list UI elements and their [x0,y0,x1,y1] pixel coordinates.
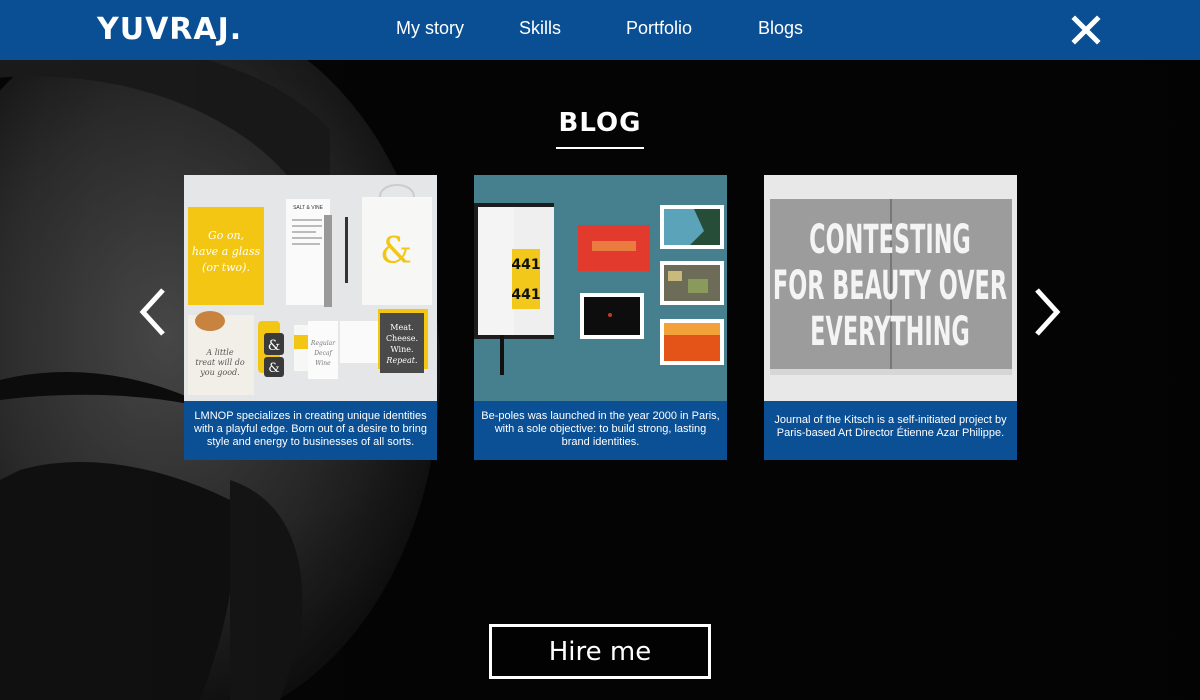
svg-text:treat will do: treat will do [195,358,244,367]
site-logo[interactable]: YUVRAJ. [97,12,242,47]
nav-item-portfolio[interactable]: Portfolio [626,18,692,39]
blog-card-kitsch[interactable]: CONTESTING FOR BEAUTY OVER EVERYTHING Jo… [764,175,1017,460]
title-underline [556,147,644,149]
svg-text:&: & [380,231,412,272]
blog-card-image: Go on, have a glass (or two). SALT & VIN… [184,175,437,401]
svg-text:Meat.: Meat. [390,323,413,332]
nav-item-my-story[interactable]: My story [396,18,464,39]
top-navigation-bar: YUVRAJ. My story Skills Portfolio Blogs [0,0,1200,60]
svg-text:Regular: Regular [310,340,336,347]
svg-text:Decaf: Decaf [313,350,333,357]
chevron-right-icon[interactable] [1030,286,1064,338]
headline-line-3: EVERYTHING [810,308,970,355]
svg-text:Wine: Wine [315,360,331,367]
blog-card-caption: Journal of the Kitsch is a self-initiate… [764,401,1017,460]
svg-text:Go on,: Go on, [208,229,244,242]
label-bottom: 441 [511,287,540,303]
brand-mark: SALT & VINE [293,205,323,211]
blog-card-image: CONTESTING FOR BEAUTY OVER EVERYTHING [764,175,1017,401]
headline-line-1: CONTESTING [809,216,971,263]
blog-card-caption: Be-poles was launched in the year 2000 i… [474,401,727,460]
svg-text:you good.: you good. [199,368,239,377]
svg-text:Cheese.: Cheese. [386,334,418,343]
nav-item-skills[interactable]: Skills [519,18,561,39]
nav-item-blogs[interactable]: Blogs [758,18,803,39]
blog-card-image: 441 441 [474,175,727,401]
chevron-left-icon[interactable] [136,286,170,338]
headline-line-2: FOR BEAUTY OVER [773,262,1007,309]
close-icon[interactable] [1070,14,1102,46]
svg-text:have a glass: have a glass [192,245,261,258]
svg-text:A little: A little [205,348,233,357]
svg-text:Wine.: Wine. [390,345,413,354]
svg-text:(or two).: (or two). [202,261,250,274]
svg-text:&: & [268,361,280,376]
blog-card-caption: LMNOP specializes in creating unique ide… [184,401,437,460]
blog-card-lmnop[interactable]: Go on, have a glass (or two). SALT & VIN… [184,175,437,460]
svg-text:&: & [268,338,280,354]
svg-text:Repeat.: Repeat. [385,356,417,365]
label-top: 441 [511,257,540,273]
blog-card-be-poles[interactable]: 441 441 Be-poles was launched in the yea… [474,175,727,460]
hire-me-button[interactable]: Hire me [489,624,711,679]
section-title: BLOG [558,108,642,138]
